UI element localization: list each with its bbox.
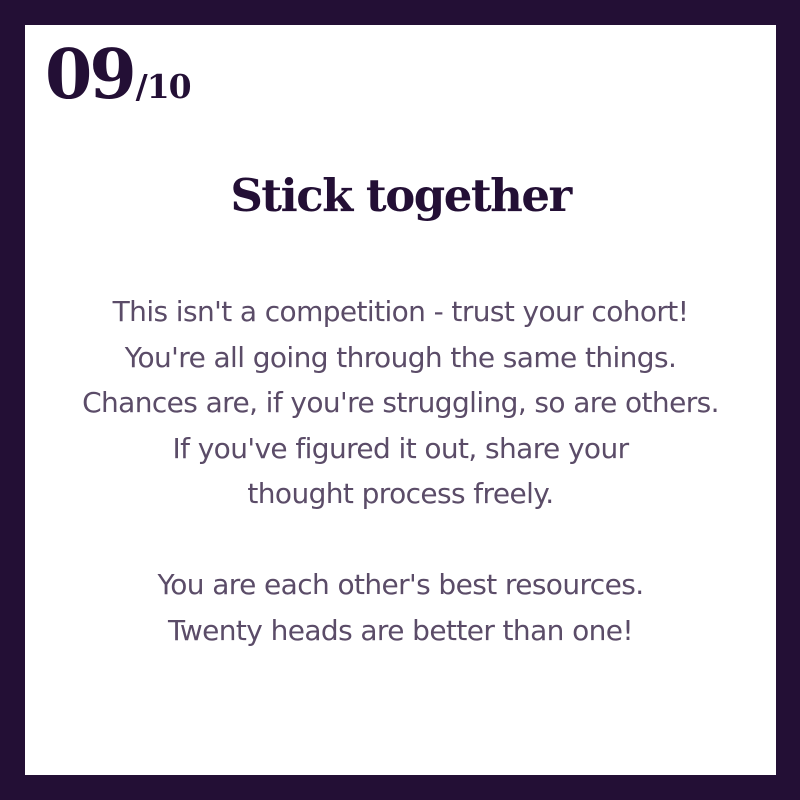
- body-line: thought process freely.: [247, 477, 554, 510]
- counter-current: 09: [45, 35, 137, 115]
- counter-total: /10: [135, 67, 192, 106]
- body-line: You're all going through the same things…: [124, 340, 677, 374]
- card-body: This isn't a competition - trust your co…: [25, 289, 776, 653]
- body-line: If you've figured it out, share your: [172, 431, 630, 465]
- body-line: Twenty heads are better than one!: [167, 613, 634, 647]
- body-line: You are each other's best resources.: [157, 568, 644, 601]
- page-counter: 09/10: [45, 41, 192, 109]
- card-title: Stick together: [230, 169, 572, 222]
- tip-card: 09/10 Stick together This isn't a compet…: [0, 0, 800, 800]
- body-line: This isn't a competition - trust your co…: [112, 295, 689, 328]
- body-line: Chances are, if you're struggling, so ar…: [82, 386, 719, 419]
